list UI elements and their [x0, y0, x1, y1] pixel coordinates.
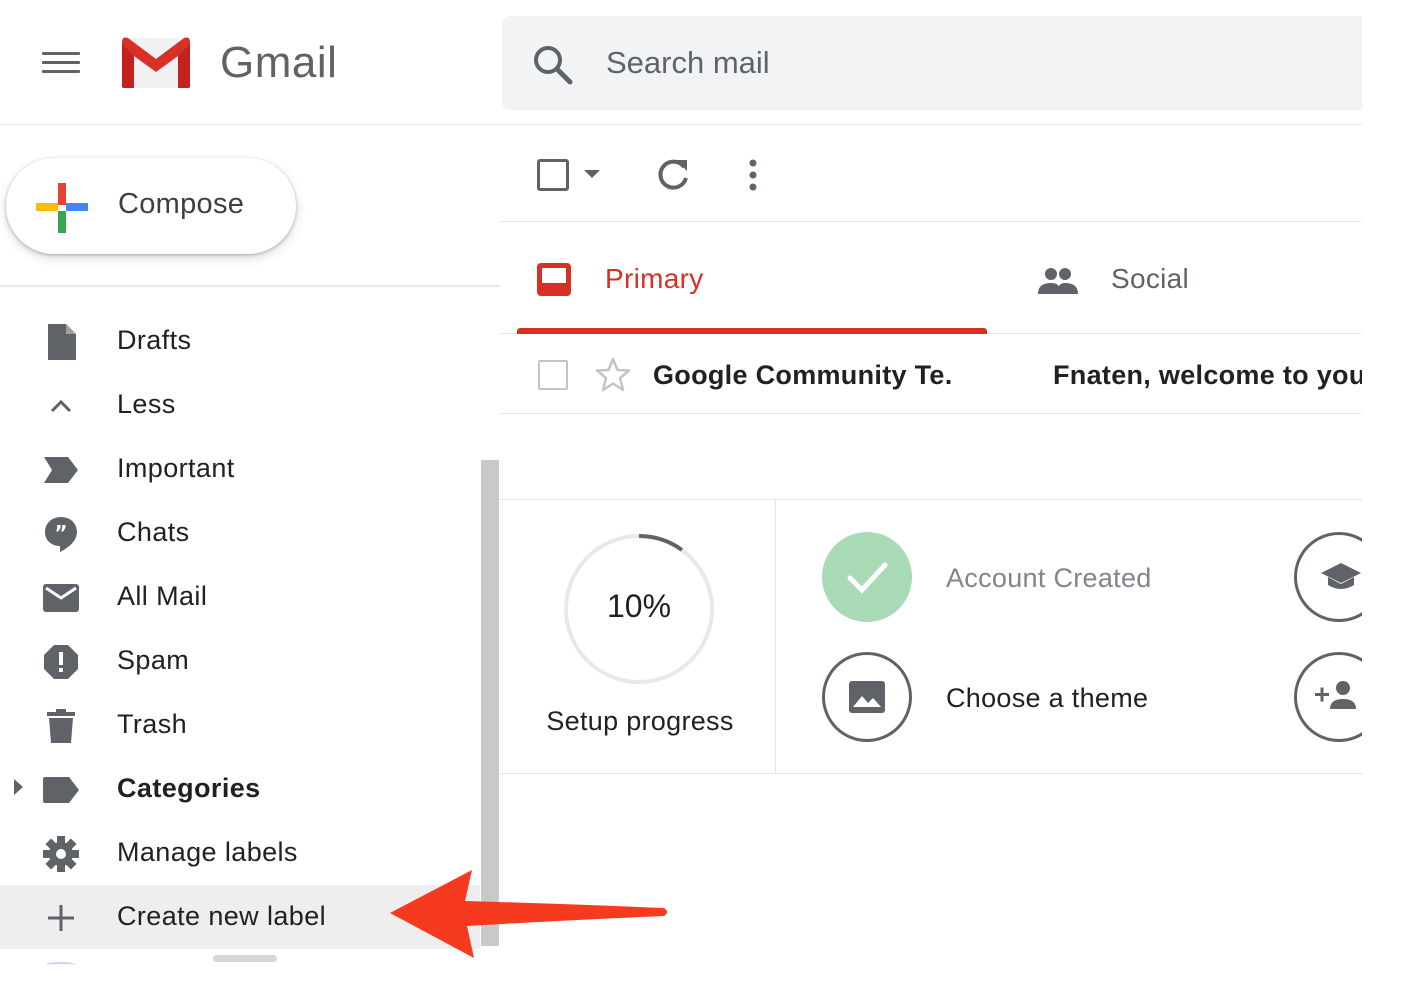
hamburger-icon[interactable] — [42, 52, 80, 78]
plus-icon — [42, 899, 80, 937]
compose-button[interactable]: Compose — [6, 158, 296, 254]
setup-progress-percent: 10% — [606, 588, 672, 624]
annotation-arrow — [390, 870, 667, 958]
choose-theme-step[interactable] — [822, 652, 912, 742]
refresh-icon[interactable] — [654, 156, 692, 194]
envelope-icon — [42, 579, 80, 617]
sidebar-item-categories[interactable]: Categories — [0, 757, 480, 821]
brand-name: Gmail — [220, 38, 338, 87]
important-marker-icon — [42, 451, 80, 489]
sidebar-item-important[interactable]: Important — [0, 437, 480, 501]
setup-panel-bottom-border — [500, 773, 1362, 774]
graduation-cap-icon — [1321, 563, 1361, 589]
app-header: Gmail — [0, 0, 1402, 126]
tab-label: Social — [1111, 263, 1190, 294]
more-vert-icon[interactable] — [738, 156, 768, 194]
select-all-checkbox[interactable] — [537, 159, 569, 191]
inbox-icon — [537, 263, 571, 296]
label-tag-icon — [42, 771, 80, 809]
chevron-up-icon — [42, 387, 80, 425]
tab-social[interactable]: Social — [1020, 230, 1362, 334]
search-input[interactable] — [606, 38, 1306, 88]
header-divider — [0, 124, 1362, 125]
choose-theme-label[interactable]: Choose a theme — [946, 683, 1148, 714]
sidebar-item-label: Drafts — [117, 325, 192, 355]
gear-icon — [42, 835, 80, 873]
email-checkbox[interactable] — [538, 360, 568, 390]
add-person-icon — [1315, 681, 1356, 709]
spam-alert-icon — [42, 643, 80, 681]
row-divider — [500, 413, 1362, 414]
sidebar-item-label: Chats — [117, 517, 190, 547]
sidebar-item-label: Create new label — [117, 901, 327, 931]
account-created-label: Account Created — [946, 563, 1152, 593]
sidebar-resize-handle[interactable] — [213, 955, 277, 962]
tab-primary[interactable]: Primary — [517, 230, 987, 334]
sidebar-item-label: Spam — [117, 645, 190, 675]
sidebar-item-label: Less — [117, 389, 176, 419]
people-icon — [1038, 268, 1078, 294]
gmail-logo-icon[interactable] — [118, 34, 194, 90]
chat-bubble-icon: ” — [42, 515, 80, 553]
compose-plus-icon — [36, 183, 88, 233]
sidebar-item-trash[interactable]: Trash — [0, 693, 480, 757]
sidebar-scroll-shadow — [0, 285, 500, 288]
setup-steps-overflow — [1290, 520, 1362, 760]
setup-panel-top-border — [500, 499, 1362, 500]
account-created-step — [822, 532, 912, 622]
email-subject: Fnaten, welcome to your — [1053, 360, 1362, 390]
import-contacts-step[interactable] — [1294, 652, 1362, 742]
sidebar-item-label: All Mail — [117, 581, 208, 611]
learn-step[interactable] — [1294, 532, 1362, 622]
toolbar-divider — [500, 221, 1362, 222]
image-icon — [849, 681, 885, 713]
sidebar-item-all-mail[interactable]: All Mail — [0, 565, 480, 629]
email-row[interactable]: Google Community Te. Fnaten, welcome to … — [500, 334, 1362, 414]
trash-icon — [42, 707, 80, 745]
sidebar-item-label: Manage labels — [117, 837, 298, 867]
compose-label: Compose — [118, 188, 245, 220]
setup-progress-label: Setup progress — [546, 706, 734, 736]
sidebar-item-less[interactable]: Less — [0, 373, 480, 437]
check-icon — [847, 562, 888, 594]
sidebar-item-label: Important — [117, 453, 235, 483]
sidebar-item-label: Categories — [117, 773, 261, 803]
expand-arrow-icon[interactable] — [14, 779, 23, 795]
star-icon[interactable] — [594, 356, 632, 394]
sidebar-item-spam[interactable]: Spam — [0, 629, 480, 693]
caret-down-icon[interactable] — [584, 170, 600, 178]
sidebar-item-chats[interactable]: ” Chats — [0, 501, 480, 565]
sidebar-item-drafts[interactable]: Drafts — [0, 309, 480, 373]
setup-progress-arc — [638, 534, 684, 552]
search-icon[interactable] — [530, 42, 574, 86]
sidebar-item-label: Trash — [117, 709, 188, 739]
svg-text:”: ” — [54, 521, 67, 545]
sidebar-peek-item — [46, 962, 76, 968]
tab-label: Primary — [605, 263, 704, 294]
setup-panel-separator — [775, 500, 776, 773]
draft-file-icon — [42, 323, 80, 361]
email-sender: Google Community Te. — [653, 360, 953, 390]
